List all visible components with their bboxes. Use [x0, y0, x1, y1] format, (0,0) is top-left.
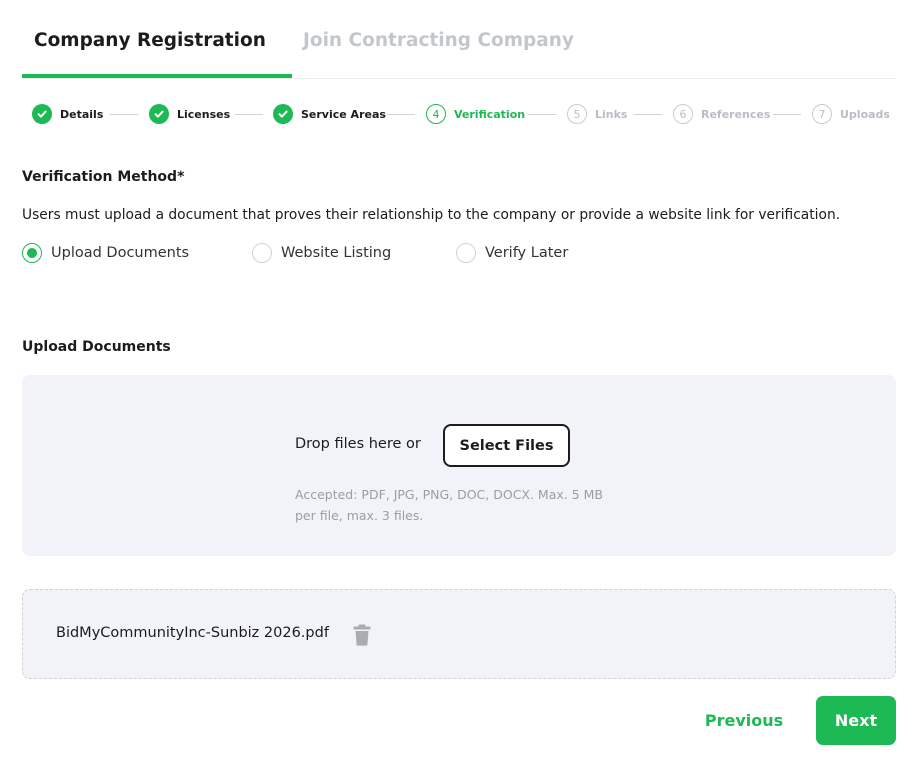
step-number: 7 — [812, 104, 832, 124]
step-number: 5 — [567, 104, 587, 124]
progress-stepper: Details Licenses Service Areas 4 Verific… — [32, 104, 892, 124]
step-label: References — [701, 107, 771, 121]
check-icon — [149, 104, 169, 124]
radio-label: Verify Later — [485, 245, 569, 261]
step-number: 4 — [426, 104, 446, 124]
trash-icon[interactable] — [351, 623, 373, 647]
verification-description: Users must upload a document that proves… — [22, 207, 841, 223]
check-icon — [32, 104, 52, 124]
radio-label: Upload Documents — [51, 245, 190, 261]
step-connector — [773, 114, 801, 115]
accepted-formats-note: Accepted: PDF, JPG, PNG, DOC, DOCX. Max.… — [295, 487, 604, 523]
step-number: 6 — [673, 104, 693, 124]
step-connector — [634, 114, 662, 115]
select-files-button[interactable]: Select Files — [443, 424, 570, 467]
step-label: Service Areas — [301, 107, 386, 121]
step-service-areas[interactable]: Service Areas — [273, 104, 386, 124]
step-label: Licenses — [177, 107, 231, 121]
radio-button[interactable] — [252, 243, 272, 263]
step-details[interactable]: Details — [32, 104, 103, 124]
radio-button[interactable] — [22, 243, 42, 263]
previous-button[interactable]: Previous — [690, 696, 798, 745]
radio-selected-dot — [27, 248, 37, 258]
verification-method-title: Verification Method* — [22, 169, 185, 185]
step-uploads[interactable]: 7 Uploads — [812, 104, 890, 124]
step-label: Details — [60, 107, 104, 121]
step-references[interactable]: 6 References — [673, 104, 770, 124]
step-label: Uploads — [840, 107, 890, 121]
file-dropzone[interactable]: Drop files here or Select Files Accepted… — [22, 375, 896, 556]
radio-label: Website Listing — [281, 245, 392, 261]
step-label: Verification — [454, 107, 526, 121]
tab-join-contracting-company[interactable]: Join Contracting Company — [303, 30, 574, 51]
radio-upload-documents[interactable]: Upload Documents — [22, 243, 189, 263]
active-tab-indicator — [22, 74, 292, 78]
radio-website-listing[interactable]: Website Listing — [252, 243, 391, 263]
uploaded-file-item: BidMyCommunityInc-Sunbiz 2026.pdf — [22, 589, 896, 679]
radio-verify-later[interactable]: Verify Later — [456, 243, 568, 263]
drop-files-text: Drop files here or — [295, 436, 421, 452]
step-links[interactable]: 5 Links — [567, 104, 627, 124]
step-connector — [235, 114, 263, 115]
step-connector — [528, 114, 556, 115]
step-label: Links — [595, 107, 628, 121]
file-name: BidMyCommunityInc-Sunbiz 2026.pdf — [56, 625, 329, 641]
step-licenses[interactable]: Licenses — [149, 104, 230, 124]
registration-tabs: Company Registration Join Contracting Co… — [22, 0, 896, 79]
tab-company-registration[interactable]: Company Registration — [34, 30, 266, 51]
step-connector — [387, 114, 415, 115]
check-icon — [273, 104, 293, 124]
step-connector — [110, 114, 138, 115]
next-button[interactable]: Next — [816, 696, 896, 745]
upload-documents-title: Upload Documents — [22, 339, 171, 355]
step-verification[interactable]: 4 Verification — [426, 104, 525, 124]
radio-button[interactable] — [456, 243, 476, 263]
